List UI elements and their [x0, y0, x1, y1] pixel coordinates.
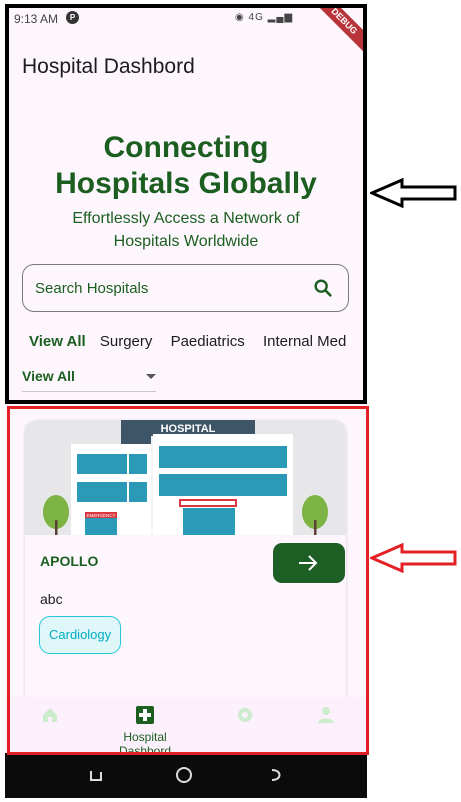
annotation-frame-red — [7, 406, 369, 755]
recents-icon[interactable] — [87, 766, 105, 784]
page: 9:13 AM P ◉ 4G ▂▄▆ DEBUG Hospital Dashbo… — [0, 0, 461, 802]
system-navigation-bar — [5, 753, 367, 798]
home-button-icon[interactable] — [175, 766, 193, 784]
annotation-frame-black — [5, 4, 367, 404]
annotation-arrow-black — [370, 178, 457, 208]
annotation-arrow-red — [370, 543, 457, 573]
back-icon[interactable] — [267, 766, 285, 784]
